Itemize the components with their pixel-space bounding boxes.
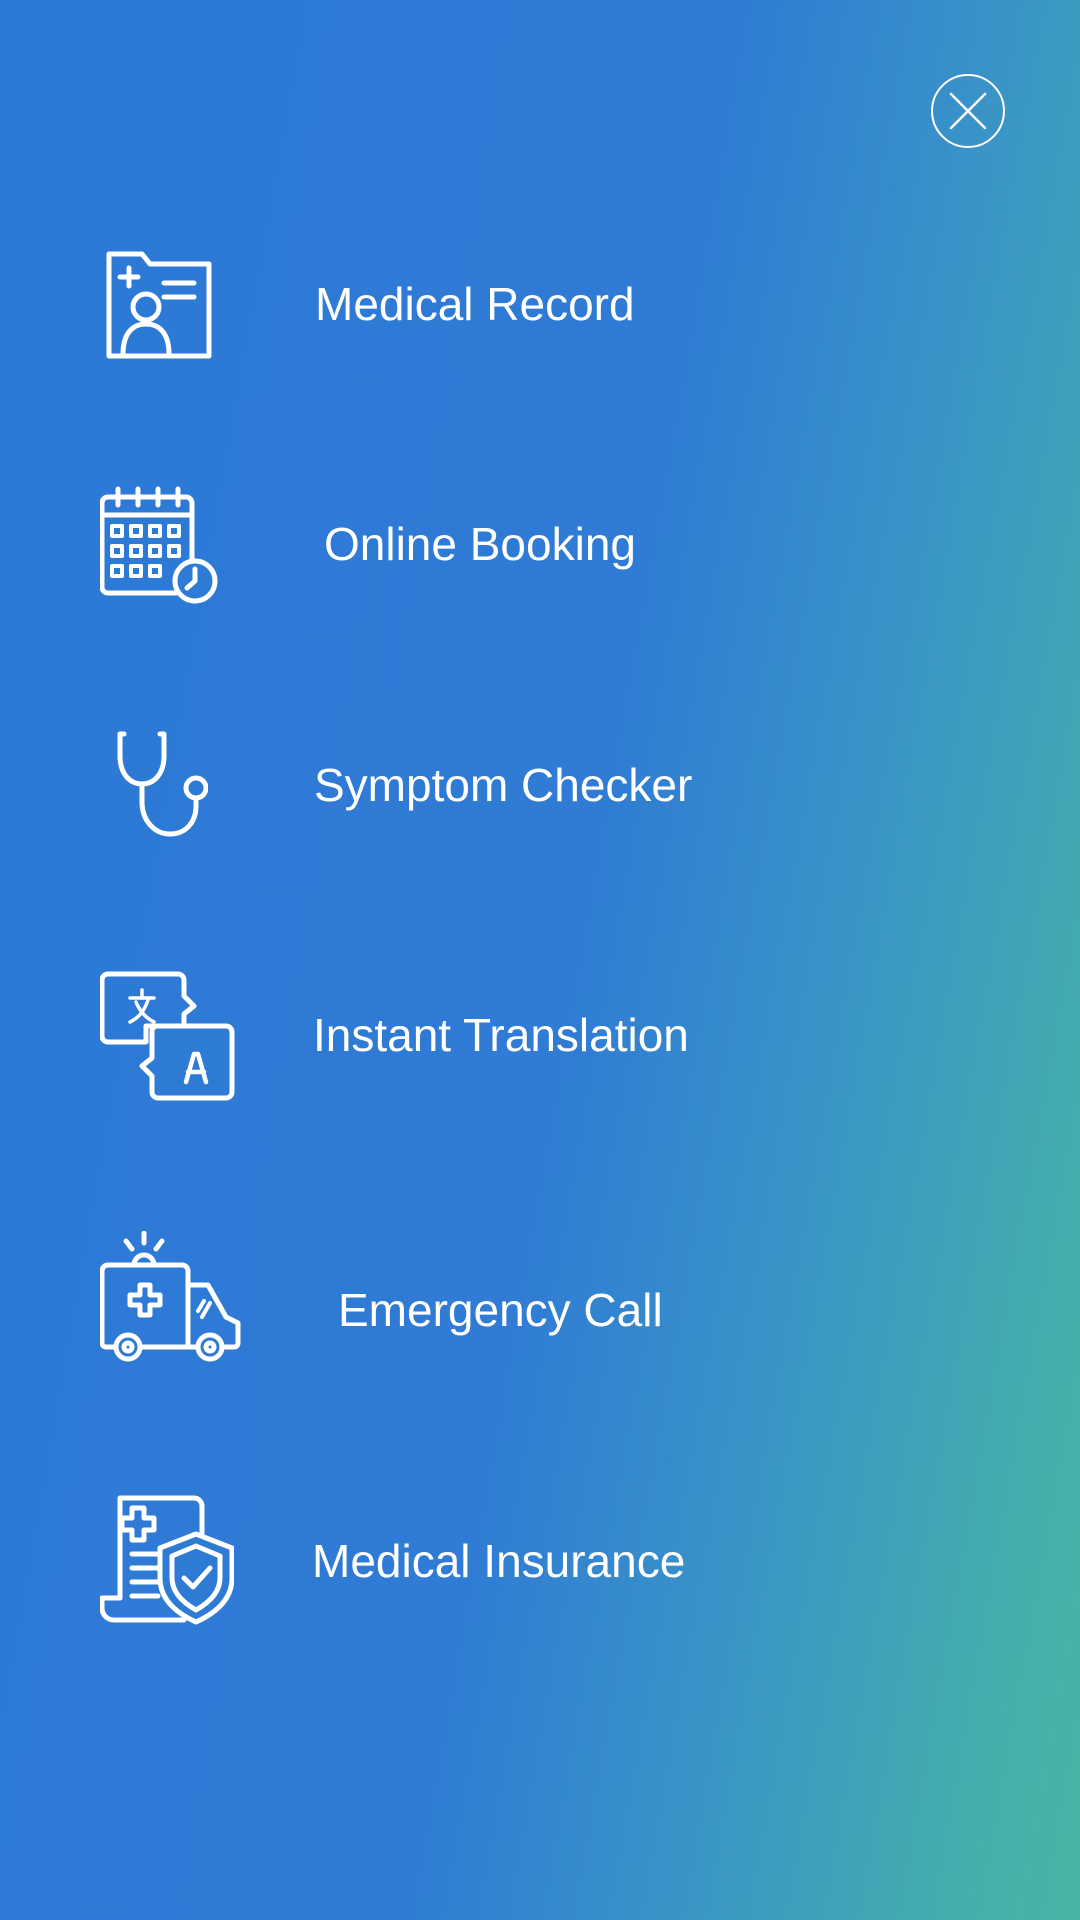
calendar-clock-icon	[100, 486, 218, 604]
menu-item-label: Emergency Call	[338, 1284, 663, 1336]
close-button[interactable]	[931, 74, 1005, 148]
menu-screen: Medical Record Online Booking Symptom Ch…	[0, 0, 1080, 1920]
menu-item-symptom-checker[interactable]: Symptom Checker	[0, 686, 1080, 886]
menu-item-label: Online Booking	[324, 518, 636, 570]
medical-record-icon	[106, 251, 212, 359]
menu-item-emergency-call[interactable]: Emergency Call	[0, 1211, 1080, 1411]
menu-item-label: Medical Insurance	[312, 1535, 686, 1587]
menu-item-medical-record[interactable]: Medical Record	[0, 205, 1080, 405]
menu-item-online-booking[interactable]: Online Booking	[0, 445, 1080, 645]
insurance-shield-icon	[100, 1495, 234, 1625]
menu-item-label: Medical Record	[315, 278, 635, 330]
menu-item-instant-translation[interactable]: Instant Translation	[0, 936, 1080, 1136]
ambulance-icon	[100, 1231, 241, 1362]
menu-item-label: Instant Translation	[313, 1009, 689, 1061]
menu-item-label: Symptom Checker	[314, 759, 693, 811]
translate-icon	[100, 971, 235, 1101]
stethoscope-icon	[117, 731, 208, 837]
menu-item-medical-insurance[interactable]: Medical Insurance	[0, 1462, 1080, 1662]
close-icon	[949, 92, 987, 130]
